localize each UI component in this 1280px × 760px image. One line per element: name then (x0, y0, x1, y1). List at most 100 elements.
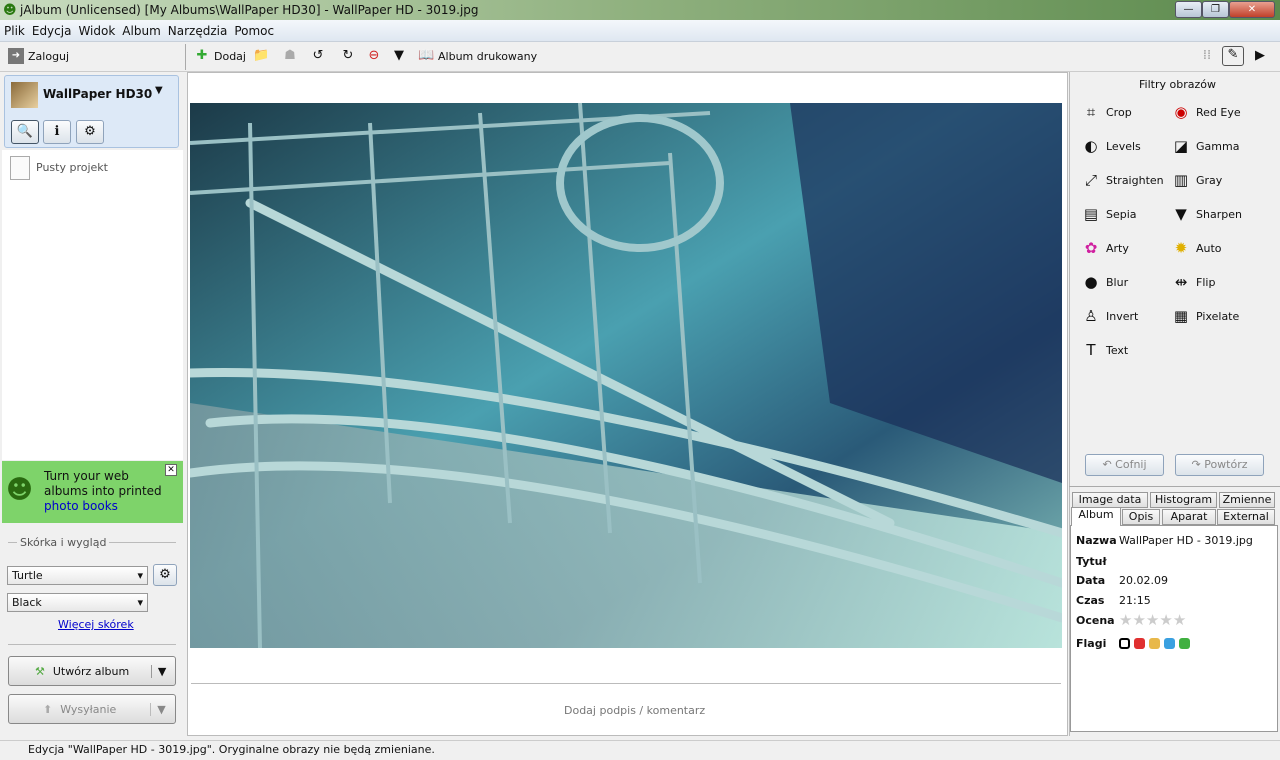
star-icon[interactable]: ★ (1159, 611, 1172, 629)
slideshow-icon[interactable]: ▶ (1252, 48, 1268, 64)
properties-panel: Nazwa WallPaper HD - 3019.jpg Tytuł Data 2… (1070, 525, 1278, 732)
project-name: WallPaper HD30 (43, 87, 153, 101)
flag-swatch[interactable] (1149, 638, 1160, 649)
redo-icon: ↷ (1191, 458, 1205, 471)
flag-swatch[interactable] (1134, 638, 1145, 649)
auto-icon: ✹ (1174, 239, 1188, 257)
date-label: Data (1076, 574, 1106, 587)
filter-label: Pixelate (1196, 309, 1240, 323)
close-promo-icon[interactable]: ✕ (165, 464, 177, 476)
grid-view-icon[interactable]: ⁞⁞ (1199, 48, 1215, 64)
filter-auto[interactable]: ✹ Auto (1173, 240, 1222, 256)
filter-label: Sharpen (1196, 207, 1242, 221)
sepia-icon: ▤ (1083, 205, 1099, 223)
pixelate-icon: ▦ (1173, 307, 1189, 325)
star-icon[interactable]: ★ (1132, 611, 1145, 629)
delete-icon[interactable]: ⊖ (366, 48, 382, 64)
menu-widok[interactable]: Widok (74, 20, 118, 38)
name-value[interactable]: WallPaper HD - 3019.jpg (1119, 534, 1253, 547)
filter-levels[interactable]: ◐ Levels (1083, 137, 1140, 155)
filter-crop[interactable]: ⌗ Crop (1083, 104, 1132, 120)
tab-album[interactable]: Album (1071, 507, 1121, 526)
chevron-down-icon[interactable]: ▼ (150, 664, 166, 678)
skin-select[interactable]: Turtle ▾ (7, 566, 148, 585)
tab-image-data[interactable]: Image data (1072, 492, 1148, 508)
menu-pomoc[interactable]: Pomoc (230, 20, 277, 38)
upload-folder-icon[interactable]: ☗ (282, 48, 298, 64)
tab-opis[interactable]: Opis (1122, 509, 1160, 525)
filter-pixelate[interactable]: ▦ Pixelate (1173, 308, 1239, 324)
login-button[interactable]: ➜ Zaloguj (8, 48, 69, 64)
menu-narzedzia[interactable]: Narzędzia (164, 20, 231, 38)
window-title: jAlbum (Unlicensed) [My Albums\WallPaper… (20, 3, 479, 17)
search-button[interactable]: 🔍 (11, 120, 39, 144)
arty-icon: ✿ (1084, 239, 1098, 257)
settings-button[interactable]: ⚙ (76, 120, 104, 144)
tab-zmienne[interactable]: Zmienne (1219, 492, 1275, 508)
filter-flip[interactable]: ⇹ Flip (1173, 274, 1216, 290)
filter-arty[interactable]: ✿ Arty (1083, 240, 1129, 256)
filter-text[interactable]: T Text (1083, 342, 1128, 358)
filter-red-eye[interactable]: ◉ Red Eye (1173, 104, 1240, 120)
filter-sharpen[interactable]: ▼ Sharpen (1173, 206, 1242, 222)
project-thumbnail (11, 82, 38, 108)
tab-aparat[interactable]: Aparat (1162, 509, 1216, 525)
star-icon[interactable]: ★ (1146, 611, 1159, 629)
project-dropdown-icon[interactable]: ▼ (155, 85, 163, 96)
book-icon: 📖 (418, 48, 435, 63)
edit-view-icon[interactable]: ✎ (1222, 46, 1244, 66)
new-folder-icon[interactable]: 📁 (253, 48, 269, 64)
rotate-left-icon[interactable]: ↺ (310, 48, 326, 64)
menu-plik[interactable]: Plik (0, 20, 28, 38)
date-value[interactable]: 20.02.09 (1119, 574, 1168, 587)
straighten-icon: ⤢ (1084, 171, 1097, 189)
upload-icon: ⬆ (43, 702, 53, 716)
menu-album[interactable]: Album (118, 20, 163, 38)
filter-gray[interactable]: ▥ Gray (1173, 172, 1222, 188)
photo-books-link[interactable]: photo books (44, 499, 118, 513)
empty-project-label[interactable]: Pusty projekt (36, 161, 108, 174)
upload-button[interactable]: ⬆ Wysyłanie ▼ (8, 694, 176, 724)
flag-swatch[interactable] (1119, 638, 1130, 649)
undo-label: Cofnij (1115, 458, 1147, 471)
photo-preview[interactable] (190, 103, 1062, 648)
filter-blur[interactable]: ● Blur (1083, 274, 1128, 290)
filter-icon[interactable]: ▼ (391, 48, 407, 64)
add-label: Dodaj (214, 49, 246, 63)
filter-invert[interactable]: ♙ Invert (1083, 308, 1138, 324)
levels-icon: ◐ (1084, 137, 1098, 155)
close-button[interactable]: ✕ (1229, 1, 1275, 18)
style-select[interactable]: Black ▾ (7, 593, 148, 612)
caption-input[interactable]: Dodaj podpis / komentarz (564, 704, 705, 717)
project-card[interactable]: WallPaper HD30 ▼ 🔍 ℹ ⚙ (4, 75, 179, 148)
status-bar: Edycja "WallPaper HD - 3019.jpg". Orygin… (0, 740, 1280, 760)
rating-stars[interactable]: ★★★★★ (1119, 611, 1186, 629)
flag-swatch[interactable] (1179, 638, 1190, 649)
filter-gamma[interactable]: ◪ Gamma (1173, 137, 1240, 155)
redo-button[interactable]: ↷ Powtórz (1175, 454, 1264, 476)
minimize-button[interactable]: — (1175, 1, 1202, 18)
chevron-down-icon[interactable]: ▼ (150, 702, 166, 716)
document-icon (10, 156, 30, 180)
star-icon[interactable]: ★ (1173, 611, 1186, 629)
skin-settings-button[interactable]: ⚙ (153, 564, 177, 586)
menu-edycja[interactable]: Edycja (28, 20, 75, 38)
tab-external[interactable]: External (1217, 509, 1275, 525)
gray-icon: ▥ (1173, 171, 1189, 189)
make-album-button[interactable]: ⚒ Utwórz album ▼ (8, 656, 176, 686)
maximize-button[interactable]: ❐ (1202, 1, 1229, 18)
undo-button[interactable]: ↶ Cofnij (1085, 454, 1164, 476)
flags-label: Flagi (1076, 637, 1107, 650)
filter-sepia[interactable]: ▤ Sepia (1083, 206, 1137, 222)
rotate-right-icon[interactable]: ↻ (340, 48, 356, 64)
star-icon[interactable]: ★ (1119, 611, 1132, 629)
filter-straighten[interactable]: ⤢ Straighten (1083, 172, 1164, 188)
gamma-icon: ◪ (1173, 137, 1189, 155)
info-button[interactable]: ℹ (43, 120, 71, 144)
add-button[interactable]: ✚ Dodaj (194, 48, 246, 64)
tab-histogram[interactable]: Histogram (1150, 492, 1217, 508)
time-value[interactable]: 21:15 (1119, 594, 1151, 607)
more-skins-link[interactable]: Więcej skórek (58, 618, 134, 631)
printed-album-button[interactable]: 📖 Album drukowany (418, 48, 537, 64)
flag-swatch[interactable] (1164, 638, 1175, 649)
